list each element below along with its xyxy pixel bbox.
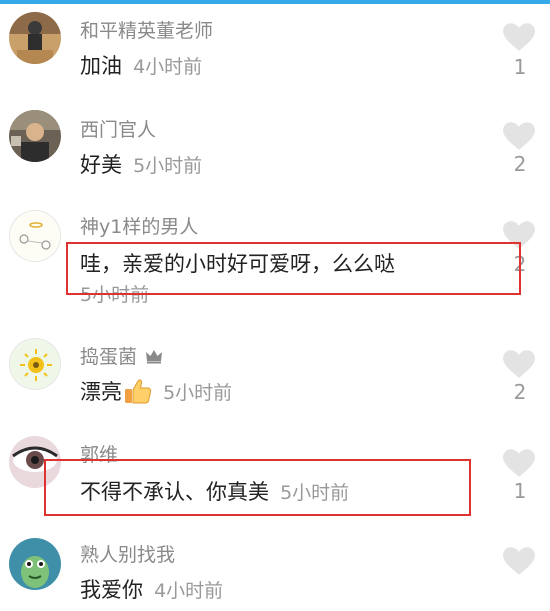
comment-item: 郭维 不得不承认、你真美 5小时前 1 (0, 430, 550, 530)
username[interactable]: 西门官人 (80, 115, 156, 142)
comment-time: 4小时前 (133, 56, 203, 78)
comment-body: 不得不承认、你真美 5小时前 (80, 476, 349, 506)
thumbs-up-icon (125, 379, 152, 404)
comment-time: 5小时前 (133, 155, 203, 177)
avatar[interactable] (9, 538, 61, 590)
heart-icon[interactable] (502, 121, 536, 151)
comment-text: 哇，亲爱的小时好可爱呀，么么哒 (80, 252, 395, 276)
comment-text: 漂亮 (80, 380, 122, 404)
comment-time: 5小时前 (280, 482, 350, 504)
comment-body: 漂亮 5小时前 (80, 376, 232, 406)
avatar[interactable] (9, 338, 61, 390)
comment-item: 熟人别找我 我爱你 4小时前 (0, 530, 550, 611)
like-count: 2 (513, 380, 527, 404)
comment-text: 我爱你 (80, 578, 143, 602)
heart-icon[interactable] (502, 546, 536, 576)
username[interactable]: 捣蛋菌 (80, 342, 163, 369)
username-text: 捣蛋菌 (80, 346, 138, 368)
username[interactable]: 和平精英董老师 (80, 16, 213, 43)
heart-icon[interactable] (502, 220, 536, 250)
comment-body: 我爱你 4小时前 (80, 574, 223, 604)
comment-time: 5小时前 (80, 284, 150, 306)
heart-icon[interactable] (502, 448, 536, 478)
comment-body: 哇，亲爱的小时好可爱呀，么么哒 (80, 248, 395, 278)
heart-icon[interactable] (502, 349, 536, 379)
comment-item: 西门官人 好美 5小时前 2 (0, 100, 550, 200)
comment-body: 好美 5小时前 (80, 149, 202, 179)
comment-item: 和平精英董老师 加油 4小时前 1 (0, 0, 550, 100)
heart-icon[interactable] (502, 22, 536, 52)
like-count: 2 (513, 152, 527, 176)
comment-body: 加油 4小时前 (80, 50, 202, 80)
username[interactable]: 熟人别找我 (80, 540, 175, 567)
like-count: 2 (513, 252, 527, 276)
avatar[interactable] (9, 12, 61, 64)
avatar[interactable] (9, 210, 61, 262)
comment-time: 4小时前 (154, 580, 224, 602)
comment-text: 好美 (80, 153, 122, 177)
like-count: 1 (513, 479, 527, 503)
username[interactable]: 神y1样的男人 (80, 212, 198, 239)
avatar[interactable] (9, 110, 61, 162)
username[interactable]: 郭维 (80, 440, 118, 467)
crown-icon (146, 350, 163, 364)
comment-text: 加油 (80, 54, 122, 78)
comment-text: 不得不承认、你真美 (80, 480, 269, 504)
comment-time: 5小时前 (163, 382, 233, 404)
comment-item: 捣蛋菌 漂亮 5小时前 2 (0, 330, 550, 430)
like-count: 1 (513, 55, 527, 79)
comment-item: 神y1样的男人 哇，亲爱的小时好可爱呀，么么哒 5小时前 2 (0, 200, 550, 330)
avatar[interactable] (9, 436, 61, 488)
